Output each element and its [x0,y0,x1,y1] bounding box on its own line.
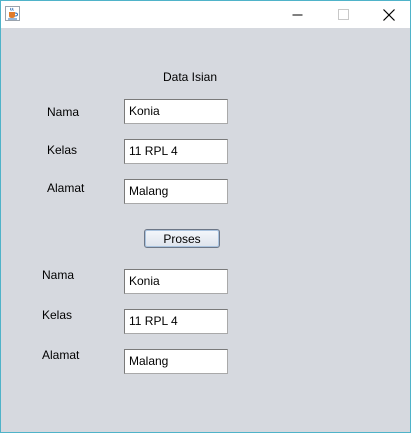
form-heading: Data Isian [163,70,218,84]
title-bar[interactable] [1,1,410,28]
close-button[interactable] [366,1,411,28]
minimize-icon [292,14,302,16]
input-kelas-field[interactable]: 11 RPL 4 [124,139,228,164]
maximize-icon [337,9,349,20]
output-nama-label: Nama [42,268,75,282]
java-cup-icon[interactable] [5,6,20,21]
input-kelas-label: Kelas [47,143,78,157]
output-kelas-field[interactable]: 11 RPL 4 [124,309,228,334]
maximize-button[interactable] [320,1,366,28]
input-alamat-label: Alamat [47,181,85,195]
input-nama-field[interactable]: Konia [124,99,228,124]
output-alamat-field[interactable]: Malang [124,349,228,374]
output-nama-field[interactable]: Konia [124,269,228,294]
close-icon [383,8,395,21]
app-window: Data Isian Nama Konia Kelas 11 RPL 4 Ala… [0,0,411,433]
proses-button[interactable]: Proses [144,229,220,248]
input-nama-label: Nama [47,105,80,119]
input-alamat-field[interactable]: Malang [124,179,228,204]
output-kelas-label: Kelas [42,308,73,322]
form-panel: Data Isian Nama Konia Kelas 11 RPL 4 Ala… [1,28,410,432]
minimize-button[interactable] [274,1,320,28]
output-alamat-label: Alamat [42,348,80,362]
